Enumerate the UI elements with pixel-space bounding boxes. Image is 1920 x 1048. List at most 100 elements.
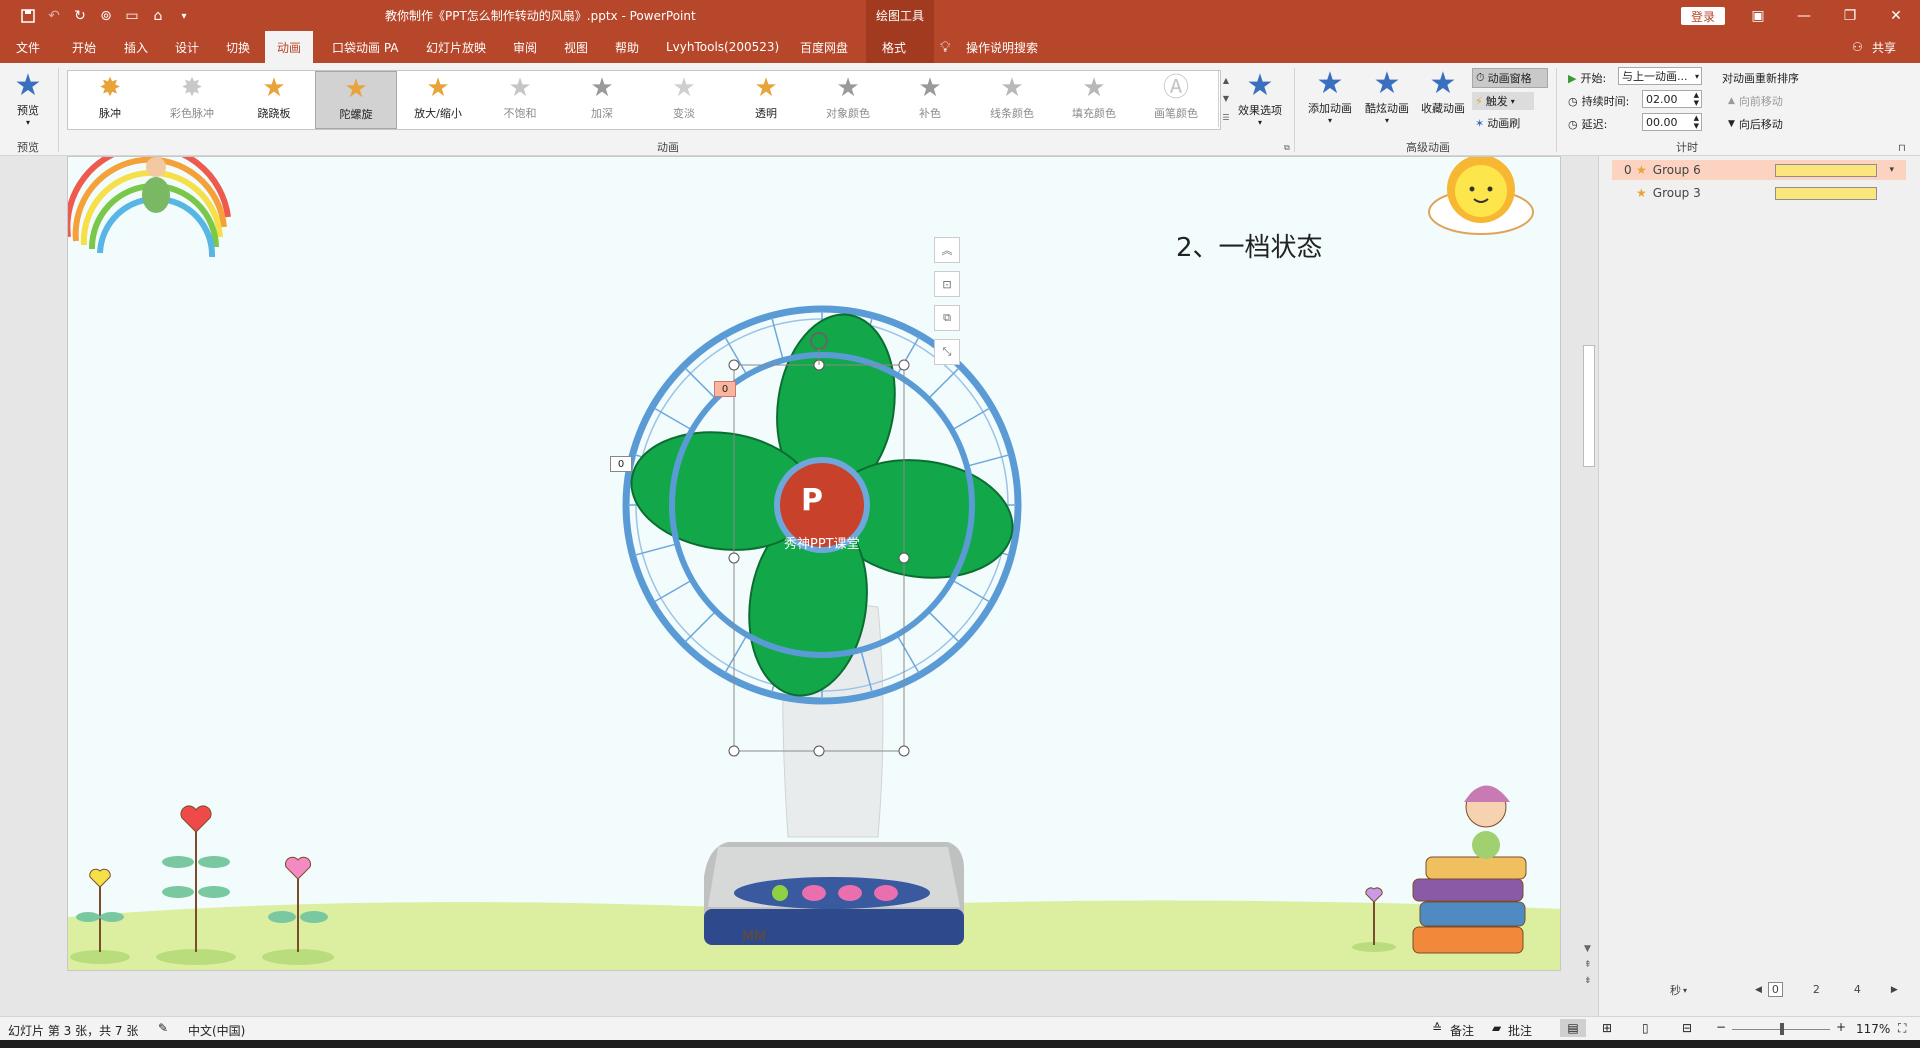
reading-view-icon[interactable]: ▯ — [1642, 1021, 1649, 1035]
start-select[interactable]: 与上一动画... ▾ — [1618, 67, 1702, 85]
move-later-button[interactable]: ▼ 向后移动 — [1728, 116, 1783, 132]
animation-tag-top[interactable]: 0 — [714, 381, 736, 397]
timeline-right-icon[interactable]: ▶ — [1891, 985, 1898, 995]
animation-pane-button[interactable]: ⏱ 动画窗格 — [1472, 68, 1548, 88]
anim-fill-color[interactable]: ★ 填充颜色 — [1054, 71, 1134, 127]
tab-help[interactable]: 帮助 — [615, 31, 639, 63]
save-icon[interactable] — [18, 6, 38, 26]
tab-baidu-netdisk[interactable]: 百度网盘 — [800, 31, 848, 63]
effect-options-button[interactable]: ★ 效果选项 ▾ — [1232, 70, 1288, 128]
tab-slideshow[interactable]: 幻灯片放映 — [426, 31, 486, 63]
next-slide-icon[interactable]: ⇟ — [1584, 976, 1592, 986]
anim-timeline-bar[interactable] — [1775, 164, 1877, 177]
redo-icon[interactable]: ↻ — [70, 6, 90, 26]
anim-grow-shrink[interactable]: ★ 放大/缩小 — [398, 71, 478, 127]
tab-pocket-animation[interactable]: 口袋动画 PA — [332, 31, 399, 63]
share-button[interactable]: 共享 — [1872, 31, 1896, 63]
tab-animations[interactable]: 动画 — [265, 31, 313, 63]
anim-transparency[interactable]: ★ 透明 — [726, 71, 806, 127]
preview-button[interactable]: ★ 预览 ▾ — [10, 70, 46, 128]
seconds-dropdown[interactable]: 秒 ▾ — [1670, 982, 1687, 998]
delay-spinner[interactable]: ▲ ▼ — [1694, 114, 1699, 130]
share-icon[interactable]: ⚇ — [1852, 31, 1863, 63]
timeline-left-icon[interactable]: ◀ — [1755, 985, 1762, 995]
anim-teeter[interactable]: ★ 跷跷板 — [234, 71, 314, 127]
anim-spin[interactable]: ★ 陀螺旋 — [315, 71, 397, 129]
trigger-button[interactable]: ⚡ 触发 ▾ — [1472, 92, 1534, 110]
gallery-more-icon[interactable]: ☰ — [1222, 113, 1229, 122]
anim-color-pulse[interactable]: ✸ 彩色脉冲 — [152, 71, 232, 127]
duration-spinner[interactable]: ▲ ▼ — [1694, 91, 1699, 107]
comments-icon[interactable]: ▰ — [1492, 1021, 1501, 1035]
bring-forward-icon[interactable]: ︽ — [934, 237, 960, 263]
anim-brush-color[interactable]: Ⓐ 画笔颜色 — [1136, 71, 1216, 127]
comments-button[interactable]: 批注 — [1508, 1022, 1532, 1039]
normal-view-icon[interactable]: ▤ — [1560, 1019, 1586, 1037]
zoom-out-icon[interactable]: − — [1716, 1020, 1726, 1034]
tab-transitions[interactable]: 切换 — [226, 31, 250, 63]
anim-line-color[interactable]: ★ 线条颜色 — [972, 71, 1052, 127]
anim-item-dropdown-icon[interactable]: ▾ — [1889, 165, 1894, 175]
tab-file[interactable]: 文件 — [16, 31, 40, 63]
add-animation-button[interactable]: ★ 添加动画 ▾ — [1302, 68, 1358, 126]
tab-home[interactable]: 开始 — [72, 31, 96, 63]
collapse-ribbon-icon[interactable]: ⊓ — [1898, 143, 1906, 154]
undo-icon[interactable]: ↶ — [44, 6, 64, 26]
animation-tag-left[interactable]: 0 — [610, 456, 632, 472]
tab-view[interactable]: 视图 — [564, 31, 588, 63]
notes-icon[interactable]: ≙ — [1432, 1021, 1442, 1035]
scroll-down-icon[interactable]: ▼ — [1223, 94, 1229, 103]
anim-object-color[interactable]: ★ 对象颜色 — [808, 71, 888, 127]
anim-list-item-group3[interactable]: ★ Group 3 — [1612, 183, 1906, 203]
move-earlier-button[interactable]: ▲ 向前移动 — [1728, 93, 1783, 109]
spelling-icon[interactable]: ✎ — [158, 1021, 168, 1035]
zoom-in-icon[interactable]: + — [1836, 1020, 1846, 1034]
cool-animation-button[interactable]: ★ 酷炫动画 ▾ — [1360, 68, 1414, 126]
align-icon[interactable]: ⊡ — [934, 271, 960, 297]
restore-icon[interactable]: ❐ — [1827, 0, 1873, 31]
language-indicator[interactable]: 中文(中国) — [188, 1022, 245, 1039]
favorite-animation-button[interactable]: ★ 收藏动画 — [1416, 68, 1470, 116]
gallery-scroll[interactable]: ▲ ▼ ☰ — [1218, 71, 1233, 127]
animation-painter-button[interactable]: ✶ 动画刷 — [1472, 115, 1520, 131]
slide-body-text[interactable]: 2、一档状态 — [1176, 227, 1323, 264]
from-beginning-icon[interactable]: ⊚ — [96, 6, 116, 26]
previous-slide-icon[interactable]: ⇞ — [1584, 960, 1592, 970]
start-dropdown-icon[interactable]: ▾ — [1695, 72, 1699, 81]
zoom-level[interactable]: 117% — [1856, 1022, 1890, 1036]
anim-darken[interactable]: ★ 加深 — [562, 71, 642, 127]
anim-pulse[interactable]: ✸ 脉冲 — [70, 71, 150, 127]
anim-timeline-bar[interactable] — [1775, 187, 1877, 200]
vertical-scrollbar[interactable] — [1580, 156, 1596, 996]
resize-icon[interactable]: ⤡ — [934, 339, 960, 365]
customize-qat-icon[interactable]: ▾ — [174, 6, 194, 26]
new-file-icon[interactable]: ▭ — [122, 6, 142, 26]
scroll-down-icon[interactable]: ▼ — [1584, 944, 1591, 954]
minimize-icon[interactable]: — — [1781, 0, 1827, 31]
anim-lighten[interactable]: ★ 变淡 — [644, 71, 724, 127]
tab-insert[interactable]: 插入 — [124, 31, 148, 63]
duration-input[interactable]: 02.00 ▲ ▼ — [1642, 90, 1702, 108]
login-button[interactable]: 登录 — [1681, 7, 1725, 25]
tab-review[interactable]: 审阅 — [513, 31, 537, 63]
fit-to-window-icon[interactable]: ⛶ — [1898, 1021, 1906, 1036]
slide-sorter-icon[interactable]: ⊞ — [1602, 1021, 1612, 1035]
tell-me-search[interactable]: 操作说明搜索 — [966, 31, 1038, 63]
zoom-slider-thumb[interactable] — [1780, 1023, 1784, 1035]
scroll-up-icon[interactable]: ▲ — [1223, 76, 1229, 85]
notes-button[interactable]: 备注 — [1450, 1022, 1474, 1039]
dialog-launcher-icon[interactable]: ⧉ — [1284, 143, 1290, 153]
tab-design[interactable]: 设计 — [175, 31, 199, 63]
close-icon[interactable]: ✕ — [1873, 0, 1919, 31]
tab-format[interactable]: 格式 — [882, 31, 906, 63]
anim-desaturate[interactable]: ★ 不饱和 — [480, 71, 560, 127]
group-icon[interactable]: ⧉ — [934, 305, 960, 331]
ribbon-display-icon[interactable]: ▣ — [1735, 0, 1781, 31]
delay-input[interactable]: 00.00 ▲ ▼ — [1642, 113, 1702, 131]
slide-canvas[interactable]: 0 0 P 秀神PPT课堂 MM ︽ ⊡ ⧉ ⤡ — [67, 156, 1561, 971]
tab-lvyhtools[interactable]: LvyhTools(200523) — [666, 31, 779, 63]
thumbnail-strip[interactable] — [0, 156, 58, 1016]
anim-complementary-color[interactable]: ★ 补色 — [890, 71, 970, 127]
scrollbar-thumb[interactable] — [1583, 345, 1595, 467]
slideshow-view-icon[interactable]: ⊟ — [1682, 1021, 1692, 1035]
